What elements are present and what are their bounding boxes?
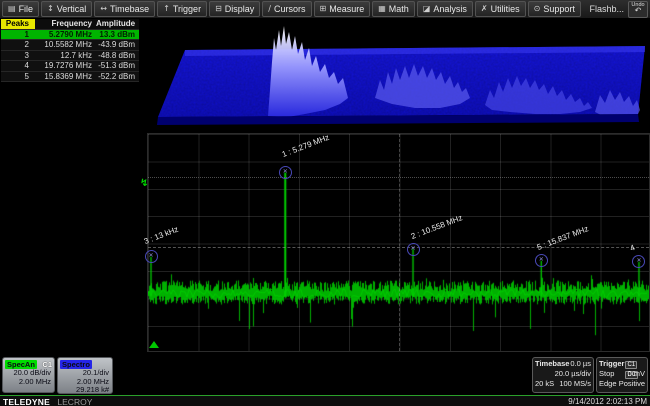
display-icon: ⊟ <box>215 5 222 13</box>
oscilloscope-app: ▤File↕Vertical↔Timebase↑Trigger⊟Display∕… <box>0 0 650 406</box>
amplitude-header-cell[interactable]: Amplitude <box>96 19 139 29</box>
menu-button-display[interactable]: ⊟Display <box>209 1 260 17</box>
spectrogram-3d-view[interactable] <box>140 20 650 132</box>
menu-button-utilities[interactable]: ✗Utilities <box>475 1 526 17</box>
timebase-title: Timebase <box>535 359 569 369</box>
table-cell: 13.3 dBm <box>96 30 139 40</box>
menu-button-math[interactable]: ▦Math <box>372 1 415 17</box>
table-cell: 15.8369 MHz <box>35 72 96 82</box>
menu-button-label: Measure <box>329 4 364 14</box>
table-cell: 12.7 kHz <box>35 51 96 61</box>
trigger-mode: Stop <box>599 369 614 379</box>
menu-button-label: Display <box>225 4 255 14</box>
menu-button-trigger[interactable]: ↑Trigger <box>157 1 207 17</box>
menu-button-label: Math <box>389 4 409 14</box>
menu-button-label: Analysis <box>433 4 467 14</box>
peak-marker-circle-3[interactable]: ✕ <box>145 250 158 263</box>
table-cell: -52.2 dBm <box>96 72 139 82</box>
graph-area: ✕1 : 5.279 MHz✕2 : 10.558 MHz✕3 : 13 kHz… <box>140 18 650 356</box>
trigger-descriptor-box[interactable]: Trigger C1 DC Stop 0 mV Edge Positive <box>596 357 648 393</box>
menu-button-label: Utilities <box>491 4 520 14</box>
menu-button-label: Timebase <box>110 4 149 14</box>
table-row-peak-2[interactable]: 210.5582 MHz-43.9 dBm <box>1 40 139 51</box>
trigger-source-badge: C1 <box>625 361 637 369</box>
menu-button-timebase[interactable]: ↔Timebase <box>94 1 155 17</box>
spectrum-grid[interactable]: ✕1 : 5.279 MHz✕2 : 10.558 MHz✕3 : 13 kHz… <box>147 133 650 352</box>
peak-marker-circle-5[interactable]: ✕ <box>535 254 548 267</box>
peak-marker-circle-1[interactable]: ✕ <box>279 166 292 179</box>
flashback-label: Flashb... <box>589 4 624 14</box>
trace1-indicator-icon[interactable]: ↯ <box>140 178 148 189</box>
table-cell: 5.2790 MHz <box>35 30 96 40</box>
specan-descriptor-box[interactable]: SpecAn C1 20.0 dB/div 2.00 MHz <box>2 357 55 393</box>
table-cell: -43.9 dBm <box>96 40 139 50</box>
table-cell: 1 <box>1 30 35 40</box>
undo-button[interactable]: Undo ↶ <box>628 1 648 18</box>
spectro-descriptor-box[interactable]: Spectro 20.1/div 2.00 MHz 29.218 k# <box>57 357 113 394</box>
timebase-samples: 20 kS <box>535 379 554 389</box>
file-icon: ▤ <box>8 5 16 13</box>
specan-span: 2.00 MHz <box>3 378 54 387</box>
brand-primary: TELEDYNE <box>3 397 50 406</box>
support-icon: ⊙ <box>534 5 541 13</box>
peaks-table: Peaks Frequency Amplitude 15.2790 MHz13.… <box>1 19 139 82</box>
zero-frequency-marker-icon <box>149 341 159 348</box>
menu-button-analysis[interactable]: ◪Analysis <box>417 1 473 17</box>
timebase-offset: 0.0 µs <box>570 359 591 369</box>
table-row-peak-3[interactable]: 312.7 kHz-48.8 dBm <box>1 51 139 62</box>
peak-marker-circle-2[interactable]: ✕ <box>407 243 420 256</box>
menu-button-label: Support <box>543 4 575 14</box>
horizontal-arrows-icon: ↔ <box>100 5 107 13</box>
peaks-header-cell[interactable]: Peaks <box>1 19 35 29</box>
table-cell: -48.8 dBm <box>96 51 139 61</box>
menu-button-label: Vertical <box>57 4 87 14</box>
trigger-type: Edge <box>599 379 617 389</box>
trigger-arrow-icon: ↑ <box>163 5 170 13</box>
cursor-icon: ∕ <box>268 5 271 13</box>
table-cell: 19.7276 MHz <box>35 61 96 71</box>
table-cell: 3 <box>1 51 35 61</box>
timebase-descriptor-box[interactable]: Timebase 0.0 µs 20.0 µs/div 20 kS 100 MS… <box>532 357 594 393</box>
table-cell: -51.3 dBm <box>96 61 139 71</box>
measure-icon: ⊞ <box>320 5 327 13</box>
trigger-level: 0 mV <box>627 369 645 379</box>
utilities-icon: ✗ <box>481 5 488 13</box>
vertical-arrows-icon: ↕ <box>47 5 54 13</box>
undo-icon: ↶ <box>635 7 642 15</box>
menu-button-file[interactable]: ▤File <box>2 1 39 17</box>
table-cell: 10.5582 MHz <box>35 40 96 50</box>
menu-button-label: Cursors <box>274 4 306 14</box>
menu-button-vertical[interactable]: ↕Vertical <box>41 1 92 17</box>
menu-items: ▤File↕Vertical↔Timebase↑Trigger⊟Display∕… <box>0 0 589 18</box>
table-cell: 4 <box>1 61 35 71</box>
table-cell: 2 <box>1 40 35 50</box>
analysis-icon: ◪ <box>423 5 431 13</box>
menu-button-measure[interactable]: ⊞Measure <box>314 1 371 17</box>
timebase-scale: 20.0 µs/div <box>555 369 591 379</box>
menu-button-support[interactable]: ⊙Support <box>528 1 581 17</box>
timebase-samplerate: 100 MS/s <box>559 379 591 389</box>
table-cell: 5 <box>1 72 35 82</box>
brand-logo: TELEDYNE LECROY <box>3 392 92 406</box>
menu-button-cursors[interactable]: ∕Cursors <box>262 1 311 17</box>
trigger-slope: Positive <box>619 379 645 389</box>
menu-button-label: Trigger <box>173 4 201 14</box>
peaks-table-body: 15.2790 MHz13.3 dBm210.5582 MHz-43.9 dBm… <box>1 30 139 83</box>
math-icon: ▦ <box>378 5 386 13</box>
menu-button-label: File <box>19 4 34 14</box>
brand-secondary: LECROY <box>57 397 92 406</box>
trigger-title: Trigger <box>599 359 624 369</box>
table-row-peak-4[interactable]: 419.7276 MHz-51.3 dBm <box>1 61 139 72</box>
datetime-label: 9/14/2012 2:02:13 PM <box>568 397 647 406</box>
peaks-table-header: Peaks Frequency Amplitude <box>1 19 139 30</box>
gridline-center-vertical <box>399 134 400 351</box>
menu-bar: ▤File↕Vertical↔Timebase↑Trigger⊟Display∕… <box>0 0 650 18</box>
table-row-peak-1[interactable]: 15.2790 MHz13.3 dBm <box>1 30 139 41</box>
table-row-peak-5[interactable]: 515.8369 MHz-52.2 dBm <box>1 72 139 83</box>
frequency-header-cell[interactable]: Frequency <box>35 19 96 29</box>
status-bar: TELEDYNE LECROY 9/14/2012 2:02:13 PM <box>0 395 650 406</box>
